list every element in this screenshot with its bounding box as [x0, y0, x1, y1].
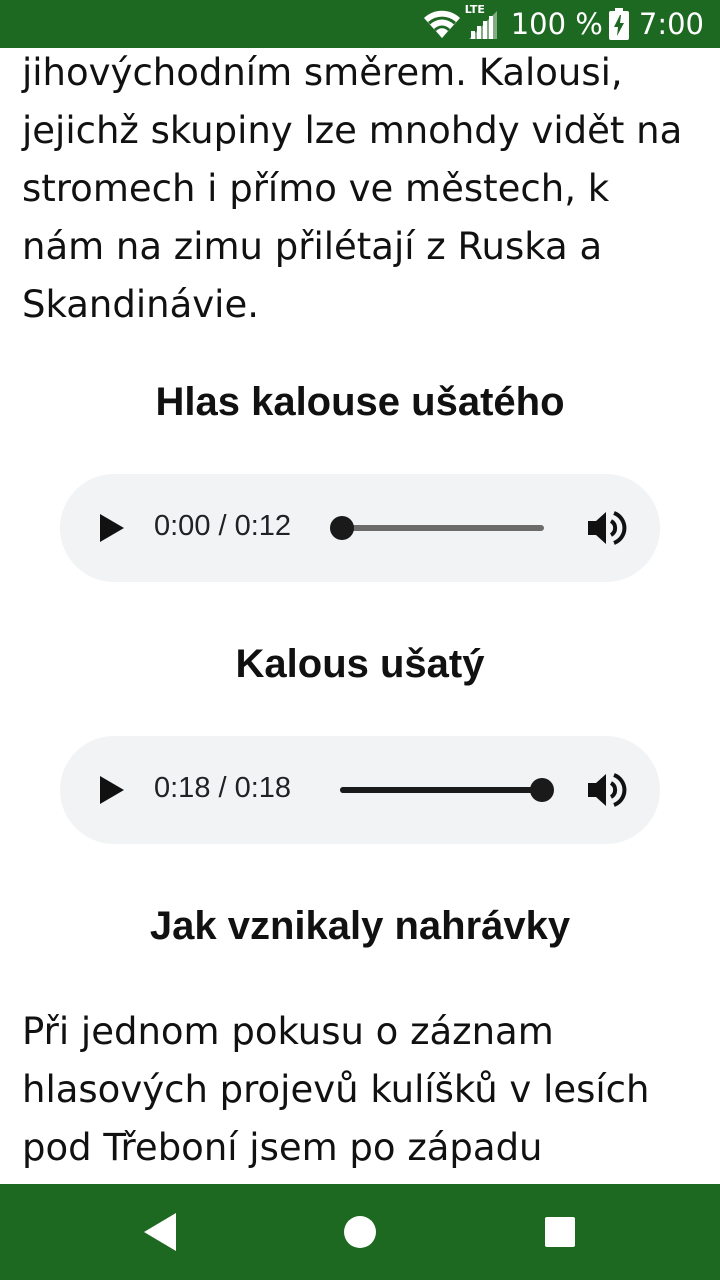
seek-thumb[interactable] [330, 516, 354, 540]
play-icon [100, 514, 124, 542]
back-button[interactable] [142, 1212, 182, 1252]
battery-charging-icon [608, 8, 629, 40]
volume-icon [588, 511, 627, 545]
seek-thumb[interactable] [530, 778, 554, 802]
navigation-bar [0, 1184, 720, 1280]
cellular-signal-icon: LTE [465, 3, 499, 39]
recents-icon [545, 1217, 575, 1247]
network-type-label: LTE [464, 3, 485, 16]
play-button[interactable] [98, 774, 128, 806]
volume-icon [588, 773, 627, 807]
article-paragraph: jihovýchodním směrem. Kalousi, jejichž s… [22, 51, 683, 326]
article-content[interactable]: jihovýchodním směrem. Kalousi, jejichž s… [0, 48, 720, 1184]
wifi-icon [423, 9, 461, 39]
home-icon [344, 1216, 376, 1248]
home-button[interactable] [340, 1212, 380, 1252]
clock: 7:00 [638, 7, 704, 41]
article-paragraph: Při jednom pokusu o záznam hlasových pro… [22, 1010, 650, 1169]
seek-bar[interactable] [340, 778, 554, 802]
volume-button[interactable] [586, 508, 628, 548]
volume-button[interactable] [586, 770, 628, 810]
back-icon [144, 1213, 176, 1251]
seek-bar[interactable] [330, 516, 544, 540]
time-display: 0:00 / 0:12 [154, 510, 292, 542]
status-bar: LTE 100 % 7:00 [0, 0, 720, 48]
play-icon [100, 776, 124, 804]
time-display: 0:18 / 0:18 [154, 772, 292, 804]
section-heading: Jak vznikaly nahrávky [149, 904, 571, 948]
section-heading: Kalous ušatý [235, 642, 485, 686]
seek-progress [340, 787, 542, 793]
battery-percent: 100 % [510, 7, 603, 41]
play-button[interactable] [98, 512, 128, 544]
audio-player: 0:18 / 0:18 [60, 736, 660, 844]
section-heading: Hlas kalouse ušatého [155, 380, 565, 424]
recents-button[interactable] [540, 1212, 580, 1252]
audio-player: 0:00 / 0:12 [60, 474, 660, 582]
